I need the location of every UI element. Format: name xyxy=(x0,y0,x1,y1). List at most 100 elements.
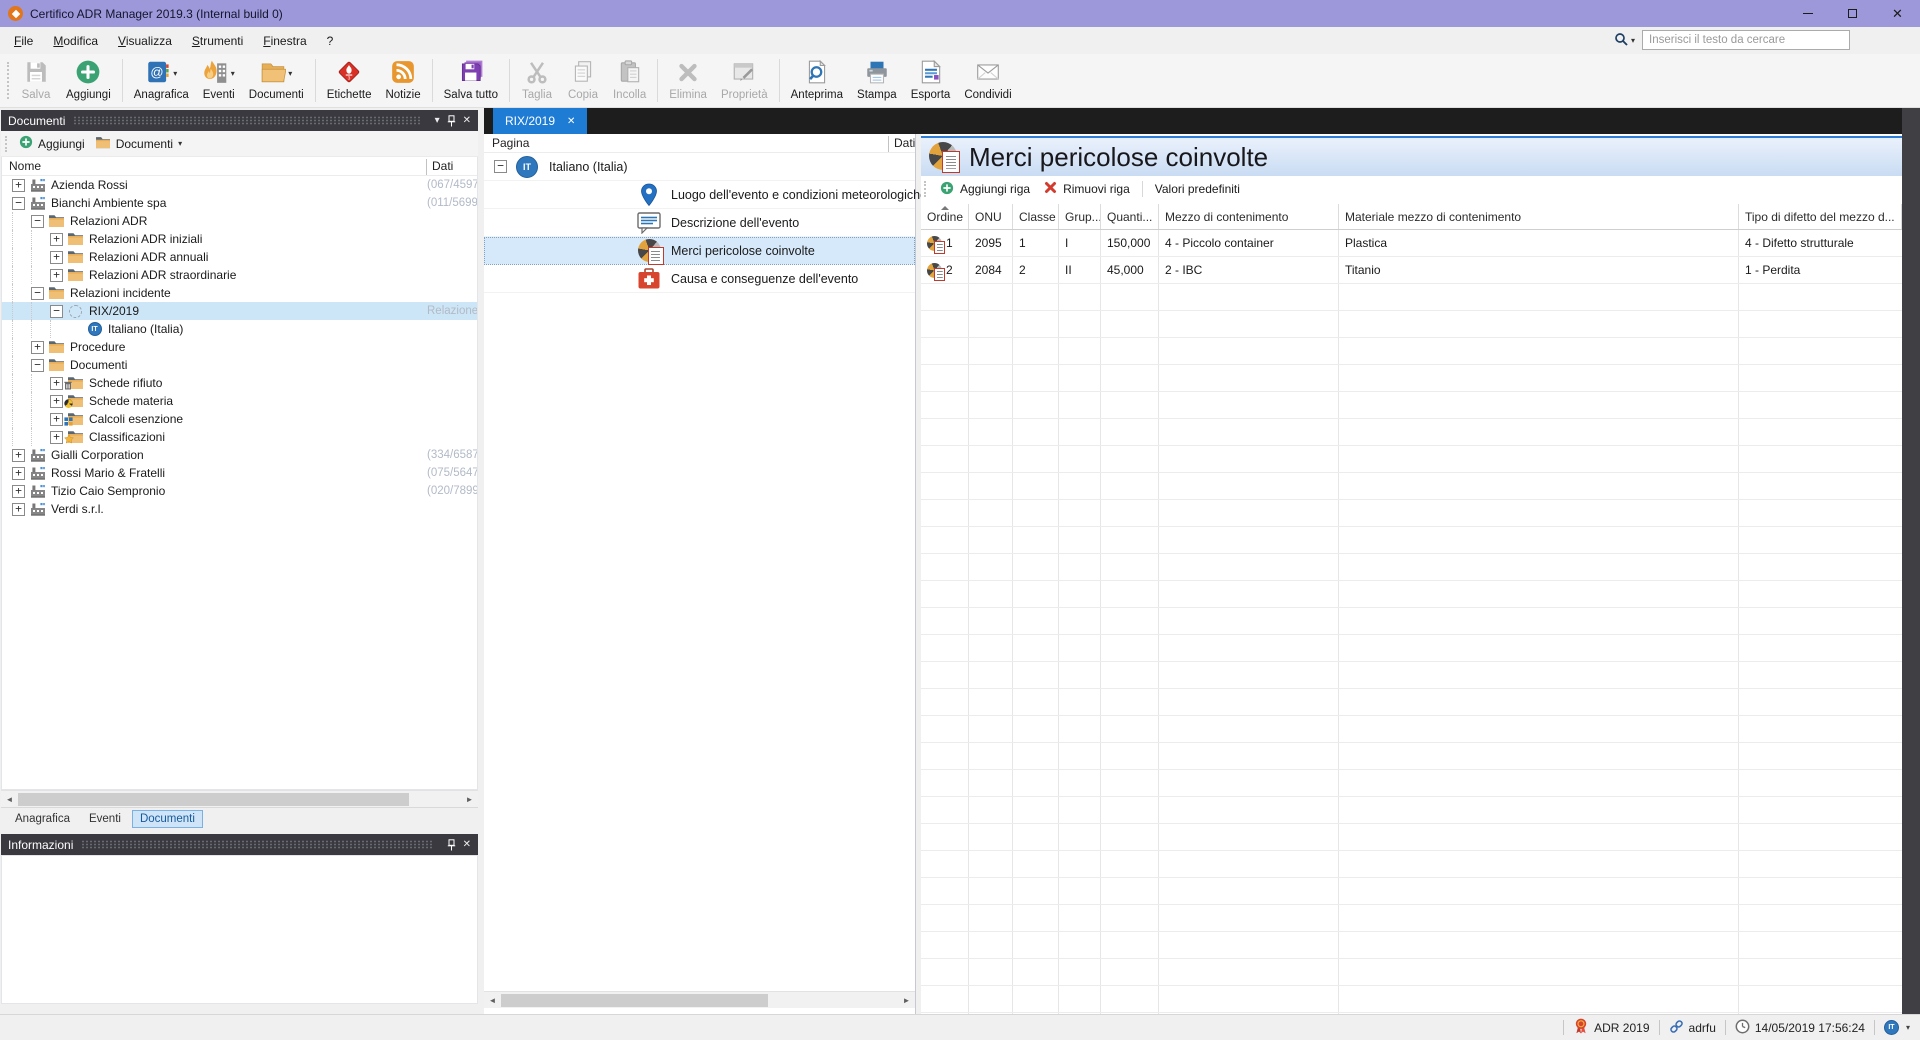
minimize-button[interactable] xyxy=(1785,0,1830,27)
detail-button-aggiungi-riga[interactable]: Aggiungi riga xyxy=(933,178,1037,201)
panel-close-icon[interactable]: ✕ xyxy=(463,839,471,850)
tree-column-header[interactable]: Nome Dati xyxy=(2,157,477,176)
scroll-right-arrow[interactable]: ► xyxy=(461,795,478,804)
detail-button-valori-predefiniti[interactable]: Valori predefiniti xyxy=(1148,179,1247,199)
dock-tab-eventi[interactable]: Eventi xyxy=(81,810,129,828)
toolbar-button-documenti[interactable]: ▾Documenti xyxy=(242,54,311,107)
collapse-icon[interactable]: − xyxy=(494,160,507,173)
toolbar-button-condividi[interactable]: Condividi xyxy=(957,54,1018,107)
column-header-grup[interactable]: Grup... xyxy=(1059,204,1101,229)
tree-item-relazioni-adr[interactable]: −Relazioni ADR xyxy=(2,212,477,230)
menu-modifica[interactable]: Modifica xyxy=(43,30,108,52)
column-header-classe[interactable]: Classe xyxy=(1013,204,1059,229)
toolbar-button-salva-tutto[interactable]: Salva tutto xyxy=(437,54,505,107)
expand-icon[interactable]: + xyxy=(50,233,63,246)
dock-tab-documenti[interactable]: Documenti xyxy=(132,810,203,828)
cell[interactable]: 2 xyxy=(921,257,969,283)
column-header-tipo-di-difetto-del-mezzo-d[interactable]: Tipo di difetto del mezzo d... xyxy=(1739,204,1902,229)
add-button[interactable]: Aggiungi xyxy=(14,133,90,154)
cell[interactable]: 45,000 xyxy=(1101,257,1159,283)
tree-item-rix-2019[interactable]: −RIX/2019Relazione xyxy=(2,302,477,320)
document-tab-rix-2019[interactable]: RIX/2019 ✕ xyxy=(493,108,587,134)
expand-icon[interactable]: + xyxy=(50,251,63,264)
detail-button-rimuovi-riga[interactable]: Rimuovi riga xyxy=(1037,178,1137,200)
table-row[interactable]: 120951I150,0004 - Piccolo containerPlast… xyxy=(921,230,1902,257)
cell[interactable]: 2 - IBC xyxy=(1159,257,1339,283)
tree-item-relazioni-adr-straordinarie[interactable]: +Relazioni ADR straordinarie xyxy=(2,266,477,284)
tree-item-schede-rifiuto[interactable]: +Schede rifiuto xyxy=(2,374,477,392)
page-item-italiano-italia[interactable]: −ITItaliano (Italia) xyxy=(484,153,915,181)
collapse-icon[interactable]: − xyxy=(31,287,44,300)
column-header-materiale-mezzo-di-contenimento[interactable]: Materiale mezzo di contenimento xyxy=(1339,204,1739,229)
page-item-luogo-dell-evento-e-condizioni-meteorologiche[interactable]: Luogo dell'evento e condizioni meteorolo… xyxy=(484,181,915,209)
expand-icon[interactable]: + xyxy=(50,269,63,282)
collapse-icon[interactable]: − xyxy=(50,305,63,318)
toolbar-button-stampa[interactable]: Stampa xyxy=(850,54,904,107)
cell[interactable]: 1 xyxy=(1013,230,1059,256)
expand-icon[interactable]: + xyxy=(50,395,63,408)
maximize-button[interactable] xyxy=(1830,0,1875,27)
chevron-down-icon[interactable]: ▾ xyxy=(173,69,177,78)
tree-item-relazioni-adr-iniziali[interactable]: +Relazioni ADR iniziali xyxy=(2,230,477,248)
collapse-icon[interactable]: − xyxy=(31,215,44,228)
pin-icon[interactable] xyxy=(447,115,456,127)
cell[interactable]: I xyxy=(1059,230,1101,256)
scope-selector[interactable]: Documenti ▾ xyxy=(90,134,187,154)
cell[interactable]: 4 - Difetto strutturale xyxy=(1739,230,1902,256)
collapse-icon[interactable]: − xyxy=(12,197,25,210)
toolbar-button-aggiungi[interactable]: Aggiungi xyxy=(59,54,118,107)
toolbar-button-etichette[interactable]: 3Etichette xyxy=(320,54,379,107)
expand-icon[interactable]: + xyxy=(50,377,63,390)
tab-close-icon[interactable]: ✕ xyxy=(567,116,575,127)
chevron-down-icon[interactable]: ▾ xyxy=(231,69,235,78)
close-button[interactable]: ✕ xyxy=(1875,0,1920,27)
language-selector[interactable]: IT ▾ xyxy=(1884,1020,1910,1035)
documents-horizontal-scrollbar[interactable]: ◄ ► xyxy=(1,790,478,807)
tree-item-procedure[interactable]: +Procedure xyxy=(2,338,477,356)
dock-tab-anagrafica[interactable]: Anagrafica xyxy=(7,810,78,828)
column-header-ordine[interactable]: Ordine xyxy=(921,204,969,229)
cell[interactable]: 2095 xyxy=(969,230,1013,256)
tree-item-calcoli-esenzione[interactable]: +Calcoli esenzione xyxy=(2,410,477,428)
pages-horizontal-scrollbar[interactable]: ◄ ► xyxy=(484,991,915,1008)
expand-icon[interactable]: + xyxy=(12,467,25,480)
cell[interactable]: 4 - Piccolo container xyxy=(1159,230,1339,256)
expand-icon[interactable]: + xyxy=(12,503,25,516)
scroll-thumb[interactable] xyxy=(18,793,409,806)
tree-item-bianchi-ambiente-spa[interactable]: −Bianchi Ambiente spa(011/5699 xyxy=(2,194,477,212)
menu-strumenti[interactable]: Strumenti xyxy=(182,30,253,52)
cell[interactable]: 1 xyxy=(921,230,969,256)
column-header-quanti[interactable]: Quanti... xyxy=(1101,204,1159,229)
column-pagina[interactable]: Pagina xyxy=(492,136,529,150)
tree-item-italiano-italia[interactable]: ITItaliano (Italia) xyxy=(2,320,477,338)
chevron-down-icon[interactable]: ▾ xyxy=(288,69,292,78)
pages-column-header[interactable]: Pagina Dati xyxy=(484,134,915,153)
expand-icon[interactable]: + xyxy=(12,449,25,462)
column-dati[interactable]: Dati xyxy=(426,159,453,175)
scroll-left-arrow[interactable]: ◄ xyxy=(1,795,18,804)
menu-[interactable]: ? xyxy=(317,30,344,52)
tree-item-gialli-corporation[interactable]: +Gialli Corporation(334/6587 xyxy=(2,446,477,464)
menu-visualizza[interactable]: Visualizza xyxy=(108,30,182,52)
column-header-onu[interactable]: ONU xyxy=(969,204,1013,229)
column-nome[interactable]: Nome xyxy=(9,159,41,173)
cell[interactable]: 150,000 xyxy=(1101,230,1159,256)
column-dati[interactable]: Dati xyxy=(888,136,915,152)
scroll-right-arrow[interactable]: ► xyxy=(898,996,915,1005)
tree-item-classificazioni[interactable]: +Classificazioni xyxy=(2,428,477,446)
tree-item-rossi-mario-fratelli[interactable]: +Rossi Mario & Fratelli(075/5647 xyxy=(2,464,477,482)
expand-icon[interactable]: + xyxy=(12,179,25,192)
page-item-merci-pericolose-coinvolte[interactable]: Merci pericolose coinvolte xyxy=(484,237,915,265)
expand-icon[interactable]: + xyxy=(50,431,63,444)
toolbar-button-eventi[interactable]: ▾Eventi xyxy=(196,54,242,107)
toolbar-button-esporta[interactable]: Esporta xyxy=(904,54,958,107)
cell[interactable]: Plastica xyxy=(1339,230,1739,256)
expand-icon[interactable]: + xyxy=(50,413,63,426)
tree-item-relazioni-adr-annuali[interactable]: +Relazioni ADR annuali xyxy=(2,248,477,266)
tree-item-relazioni-incidente[interactable]: −Relazioni incidente xyxy=(2,284,477,302)
column-header-mezzo-di-contenimento[interactable]: Mezzo di contenimento xyxy=(1159,204,1339,229)
toolbar-button-anagrafica[interactable]: @▾Anagrafica xyxy=(127,54,196,107)
cell[interactable]: 2 xyxy=(1013,257,1059,283)
scroll-left-arrow[interactable]: ◄ xyxy=(484,996,501,1005)
cell[interactable]: 1 - Perdita xyxy=(1739,257,1902,283)
